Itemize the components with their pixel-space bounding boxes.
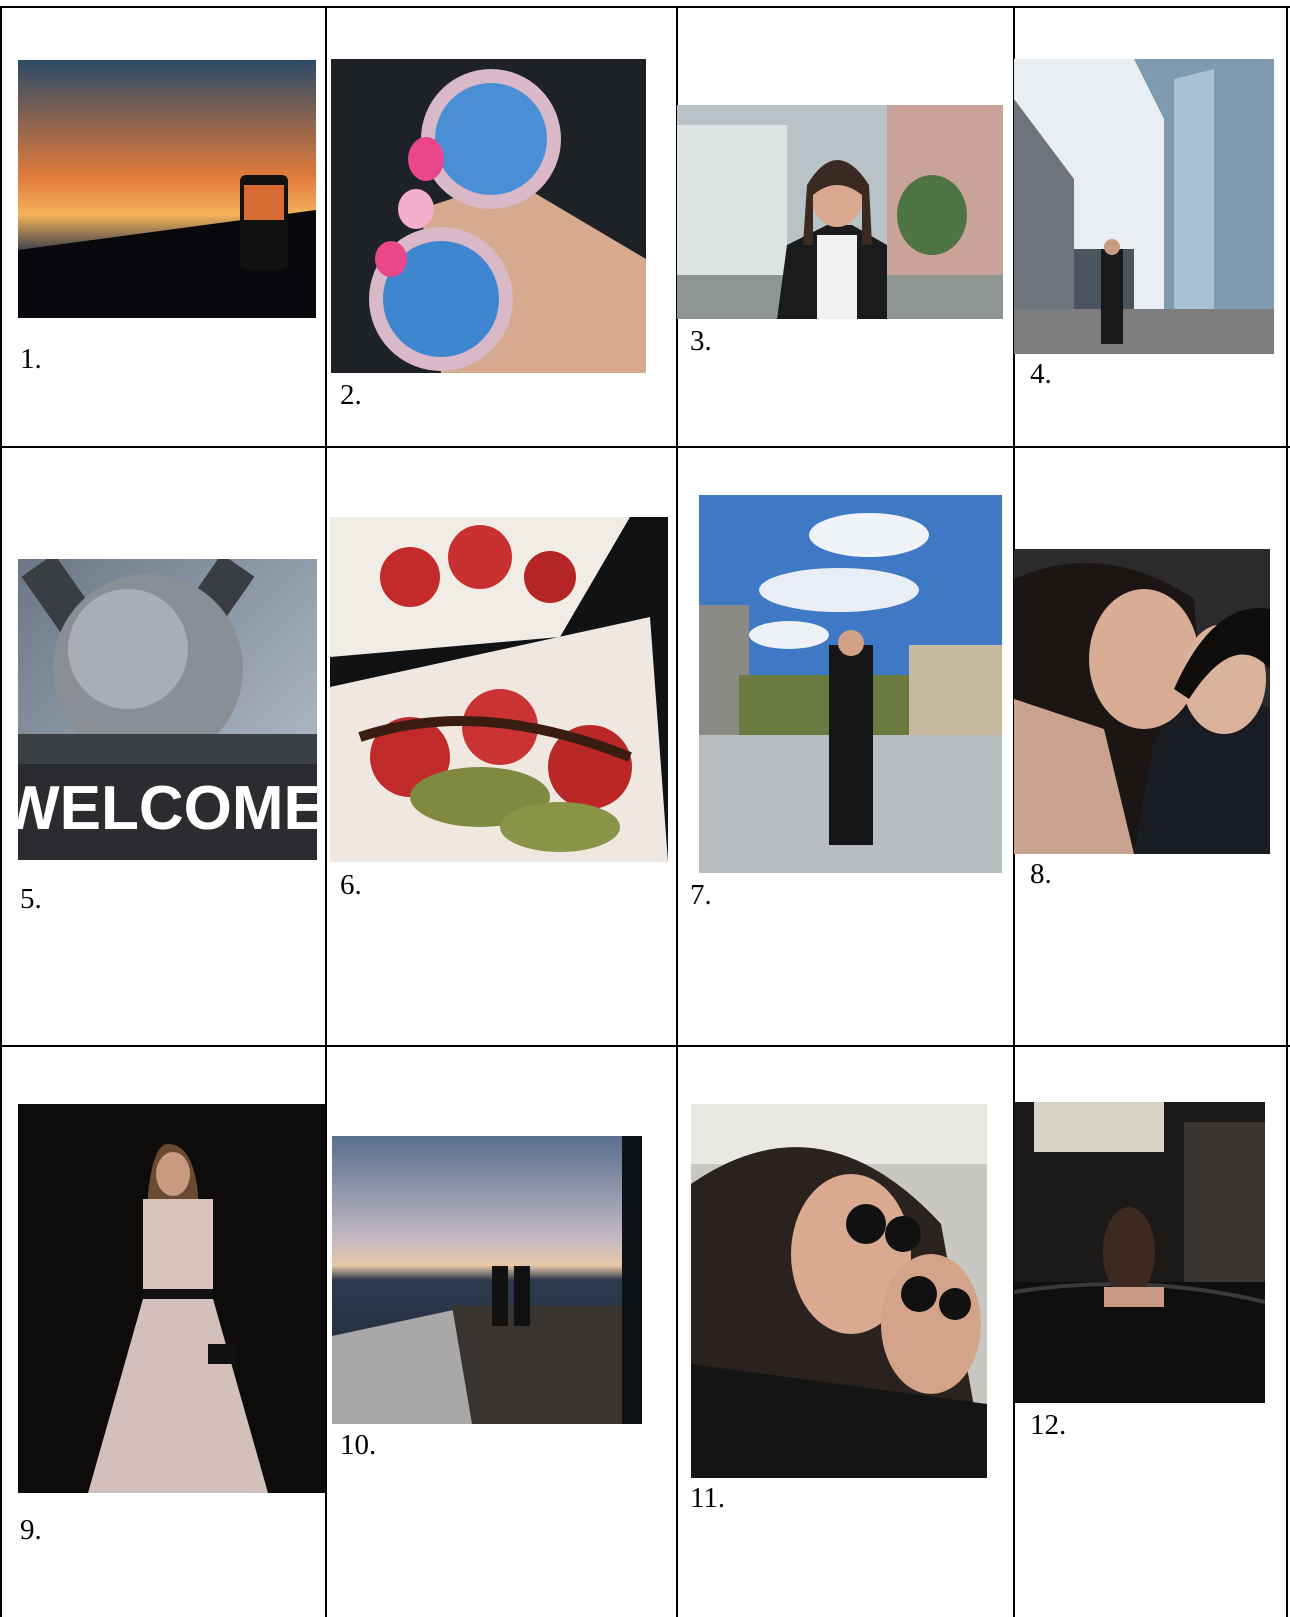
- photo-10-beach-sunset: [332, 1136, 642, 1424]
- caption-6: 6.: [340, 869, 362, 901]
- photo-1-sunset-phone: [18, 60, 316, 318]
- caption-9: 9.: [20, 1514, 42, 1546]
- photo-12-woman-pool: [1014, 1102, 1265, 1403]
- photo-4-woman-glass-buildings: [1014, 59, 1274, 354]
- photo-2-sunglasses-hand: [331, 59, 646, 373]
- photo-3-woman-city: [677, 105, 1003, 319]
- photo-6-strawberries-dessert: [330, 517, 668, 862]
- caption-1: 1.: [20, 343, 42, 375]
- photo-9-woman-dress: [18, 1104, 326, 1493]
- caption-5: 5.: [20, 883, 42, 915]
- table-rule: [1286, 6, 1288, 1617]
- photo-grid-table: 1. 2. 3. 4. WELCOME 5. 6. 7. 8. 9. 10. 1…: [0, 0, 1290, 1617]
- caption-3: 3.: [690, 325, 712, 357]
- caption-10: 10.: [340, 1429, 377, 1461]
- caption-4: 4.: [1030, 358, 1052, 390]
- photo-8-two-women-selfie: [1014, 549, 1270, 854]
- table-rule: [0, 446, 1290, 448]
- caption-8: 8.: [1030, 858, 1052, 890]
- caption-2: 2.: [340, 379, 362, 411]
- photo-11-women-sunglasses: [691, 1104, 987, 1478]
- table-rule: [0, 6, 1290, 8]
- caption-12: 12.: [1030, 1409, 1067, 1441]
- svg-text:WELCOME: WELCOME: [18, 774, 317, 843]
- photo-5-atomium-welcome: WELCOME: [18, 559, 317, 860]
- table-rule: [0, 1045, 1290, 1047]
- caption-11: 11.: [690, 1482, 726, 1514]
- photo-7-woman-plaza: [699, 495, 1002, 873]
- caption-7: 7.: [690, 879, 712, 911]
- table-rule: [0, 6, 2, 1617]
